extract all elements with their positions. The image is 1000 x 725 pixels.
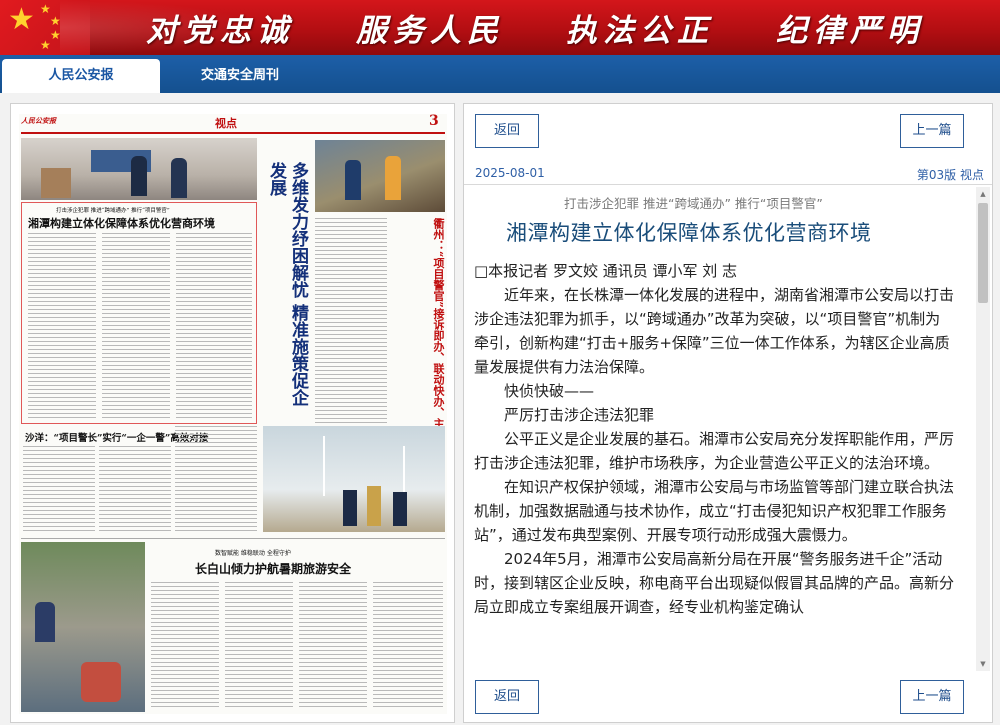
newspaper-masthead: 人民公安报 [21, 116, 56, 125]
banner-slogan: 对党忠诚 服务人民 执法公正 纪律严明 [0, 0, 1000, 55]
newspaper-page-panel: 人民公安报 视点 3 打击涉企犯罪 推进“跨域通办” 推行“项目警官” 湘潭构建… [10, 103, 455, 723]
scroll-down-arrow-icon[interactable]: ▼ [976, 657, 990, 671]
newspaper-photo-office [21, 138, 257, 200]
article-paragraph: 公平正义是企业发展的基石。湘潭市公安局充分发挥职能作用，严厉打击涉企违法犯罪，维… [474, 430, 955, 472]
article-subheading: 严厉打击涉企违法犯罪 [504, 406, 655, 424]
article-kicker: 打击涉企犯罪 推进“跨域通办” 推行“项目警官” [564, 196, 823, 211]
scrollbar-thumb[interactable] [978, 203, 988, 303]
article-columns [373, 582, 443, 710]
scroll-up-arrow-icon[interactable]: ▲ [976, 187, 990, 201]
newspaper-main-kicker: 打击涉企犯罪 推进“跨域通办” 推行“项目警官” [56, 208, 170, 214]
slogan-3: 执法公正 [566, 13, 714, 49]
article-columns [99, 446, 171, 532]
article-columns [23, 446, 95, 532]
article-paragraph: 近年来，在长株潭一体化发展的进程中，湖南省湘潭市公安局以打击涉企违法犯罪为抓手，… [474, 286, 955, 376]
article-content[interactable]: 打击涉企犯罪 推进“跨域通办” 推行“项目警官” 湘潭构建立体化保障体系优化营商… [464, 187, 974, 671]
section-divider [21, 538, 445, 539]
article-columns [151, 582, 219, 710]
newspaper-bottom-headline: 长白山倾力护航暑期旅游安全 [195, 562, 352, 576]
newspaper-section: 视点 [215, 117, 237, 130]
article-paragraph: 2024年5月，湘潭市公安局高新分局在开展“警务服务进千企”活动时，接到辖区企业… [474, 550, 955, 616]
previous-article-button-bottom[interactable]: 上一篇 [900, 680, 964, 714]
back-button[interactable]: 返回 [475, 114, 539, 148]
article-edition[interactable]: 第03版 视点 [917, 166, 984, 183]
newspaper-bottom-kicker: 数智赋能 维稳联动 全程守护 [215, 550, 291, 557]
newspaper-photo-factory [315, 140, 445, 212]
slogan-1: 对党忠诚 [146, 13, 294, 49]
newspaper-main-headline: 湘潭构建立体化保障体系优化营商环境 [28, 217, 215, 230]
header-banner: ★ ★ ★ ★ ★ 对党忠诚 服务人民 执法公正 纪律严明 [0, 0, 1000, 55]
article-date: 2025-08-01 [475, 166, 545, 180]
article-panel: 返回 上一篇 2025-08-01 第03版 视点 打击涉企犯罪 推进“跨域通办… [463, 103, 993, 723]
article-subheading: 快侦快破—— [504, 382, 595, 400]
article-meta: 2025-08-01 第03版 视点 [464, 163, 992, 185]
slogan-4: 纪律严明 [776, 13, 924, 49]
newspaper-photo-wind-turbines [263, 426, 445, 532]
tab-jiaotong-anquan-zhoukan[interactable]: 交通安全周刊 [160, 59, 320, 93]
tab-renmin-gongan-bao[interactable]: 人民公安报 [2, 59, 160, 93]
masthead-rule [21, 132, 445, 134]
article-columns [315, 218, 387, 428]
tab-bar: 人民公安报 交通安全周刊 [0, 55, 1000, 93]
newspaper-photo-tourists [21, 542, 145, 712]
article-paragraph: 在知识产权保护领域，湘潭市公安局与市场监管等部门建立联合执法机制，加强数据融通与… [474, 478, 955, 544]
previous-article-button[interactable]: 上一篇 [900, 114, 964, 148]
highlighted-article-box[interactable]: 打击涉企犯罪 推进“跨域通办” 推行“项目警官” 湘潭构建立体化保障体系优化营商… [21, 202, 257, 424]
article-columns [225, 582, 293, 710]
newspaper-page-number: 3 [429, 114, 439, 129]
article-columns [299, 582, 367, 710]
article-scrollbar[interactable]: ▲ ▼ [976, 187, 990, 671]
article-columns [176, 233, 252, 419]
slogan-2: 服务人民 [356, 13, 504, 49]
newspaper-page-image[interactable]: 人民公安报 视点 3 打击涉企犯罪 推进“跨域通办” 推行“项目警官” 湘潭构建… [19, 114, 447, 714]
newspaper-vertical-headline: 多维发力纾困解忧 精准施策促企发展 [266, 162, 308, 406]
article-title: 湘潭构建立体化保障体系优化营商环境 [506, 221, 872, 245]
article-columns [175, 426, 257, 532]
article-byline: □本报记者 罗文姣 通讯员 谭小军 刘 志 [474, 262, 738, 280]
article-body: □本报记者 罗文姣 通讯员 谭小军 刘 志 近年来，在长株潭一体化发展的进程中，… [474, 259, 954, 619]
article-columns [28, 233, 96, 419]
back-button-bottom[interactable]: 返回 [475, 680, 539, 714]
article-columns [102, 233, 170, 419]
